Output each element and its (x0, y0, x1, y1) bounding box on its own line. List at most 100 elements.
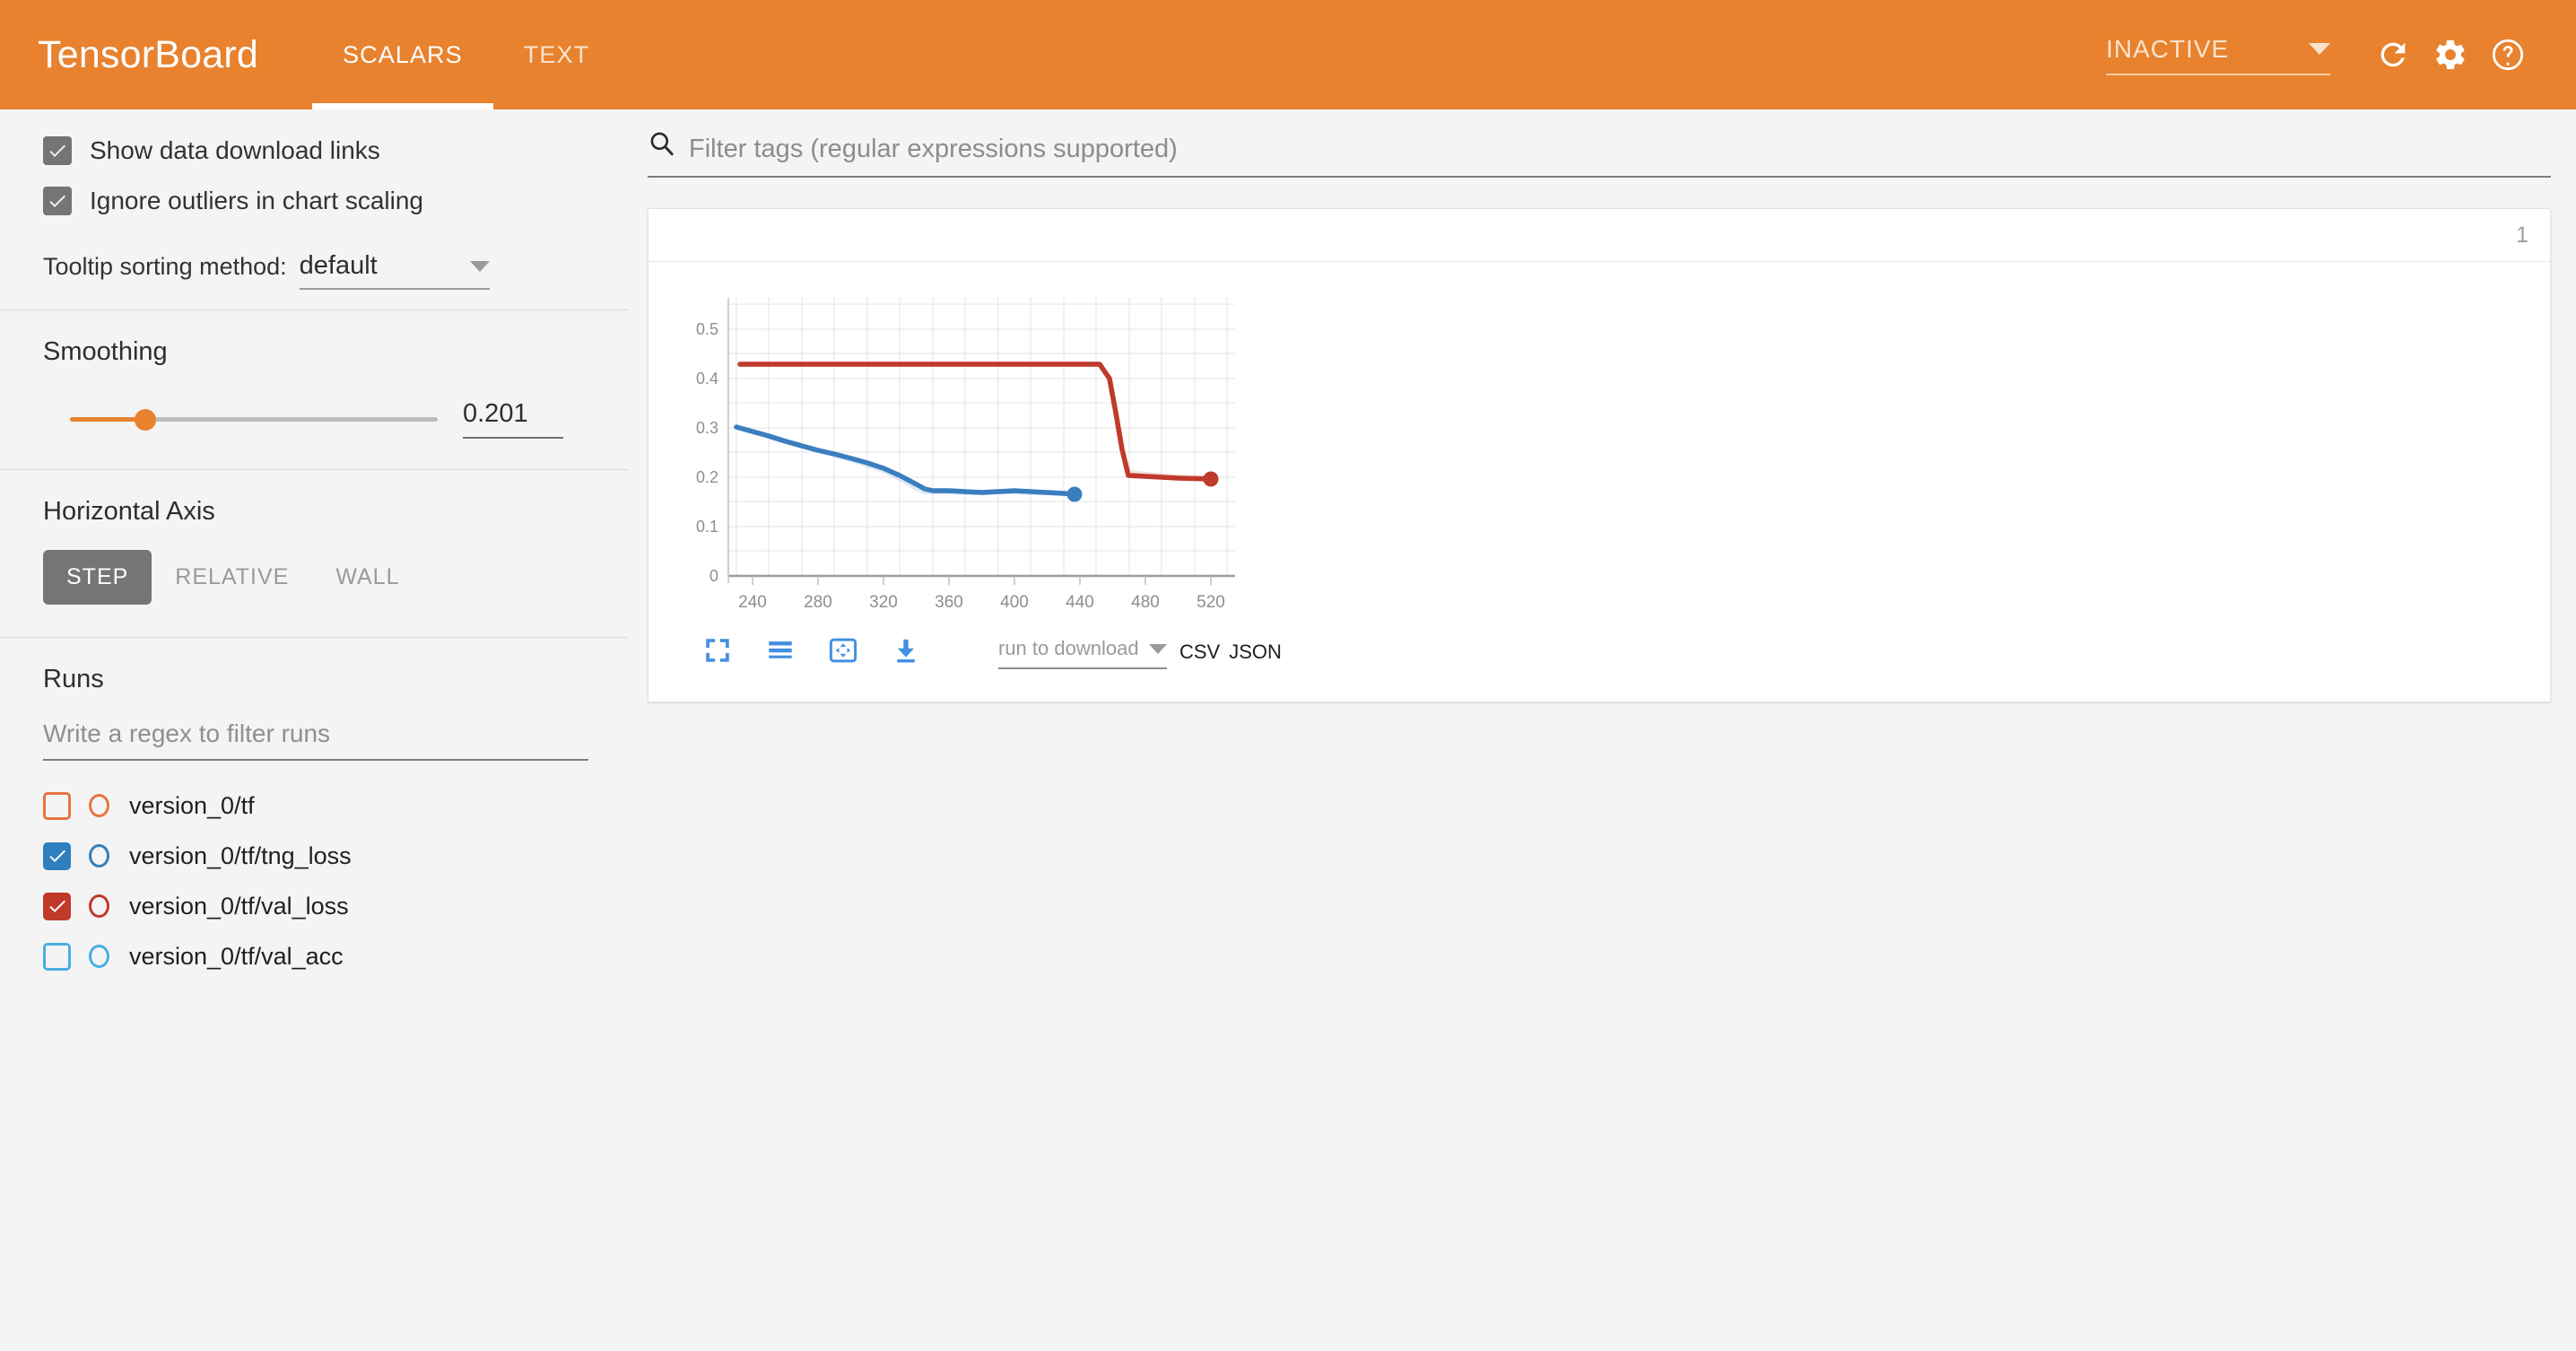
runs-filter-input[interactable]: Write a regex to filter runs (43, 719, 588, 761)
chevron-down-icon (2309, 43, 2330, 55)
run-item-version_0-tf-val_loss[interactable]: version_0/tf/val_loss (43, 881, 585, 931)
run-checkbox[interactable] (43, 791, 71, 820)
tab-scalars-label: SCALARS (343, 40, 463, 68)
smoothing-title: Smoothing (43, 337, 168, 366)
tooltip-sorting-dropdown[interactable]: default (299, 251, 490, 290)
download-run-dropdown[interactable]: run to download (998, 637, 1167, 669)
run-color-circle-icon (89, 945, 109, 968)
svg-text:440: 440 (1066, 593, 1094, 612)
svg-text:0.4: 0.4 (696, 370, 718, 388)
svg-text:0.5: 0.5 (696, 320, 718, 338)
marker-tng_loss (1066, 486, 1083, 502)
download-json-link[interactable]: JSON (1229, 641, 1282, 664)
horizontal-axis-title: Horizontal Axis (43, 497, 215, 526)
download-csv-link[interactable]: CSV (1179, 641, 1220, 664)
tab-scalars[interactable]: SCALARS (312, 0, 493, 109)
axis-option-relative[interactable]: RELATIVE (152, 550, 312, 605)
svg-text:520: 520 (1197, 593, 1225, 612)
tooltip-sorting-row: Tooltip sorting method: default (43, 251, 585, 290)
checkbox-checked-icon (43, 136, 72, 165)
fullscreen-button[interactable] (693, 626, 742, 675)
chart-grid (727, 298, 1235, 583)
axis-option-wall[interactable]: WALL (312, 550, 422, 605)
runs-section: Runs Write a regex to filter runs versio… (0, 665, 628, 981)
run-item-version_0-tf-val_acc[interactable]: version_0/tf/val_acc (43, 931, 585, 981)
checkbox-checked-icon (43, 187, 72, 215)
option-ignore-outliers[interactable]: Ignore outliers in chart scaling (43, 176, 585, 226)
app-title: TensorBoard (38, 32, 259, 76)
sidebar: Show data download links Ignore outliers… (0, 109, 628, 1351)
horizontal-axis-options: STEP RELATIVE WALL (43, 550, 585, 605)
help-circle-icon (2492, 39, 2524, 71)
run-checkbox[interactable] (43, 892, 71, 920)
svg-text:320: 320 (869, 593, 898, 612)
option-show-data-download-links[interactable]: Show data download links (43, 126, 585, 176)
run-checkbox[interactable] (43, 841, 71, 870)
tab-text-label: TEXT (523, 40, 590, 68)
run-label: version_0/tf/val_acc (129, 942, 344, 970)
horizontal-axis-section: Horizontal Axis STEP RELATIVE WALL (0, 497, 628, 605)
svg-text:360: 360 (935, 593, 963, 612)
app-header-actions: INACTIVE (2106, 26, 2537, 83)
chevron-down-icon (1149, 643, 1167, 654)
download-button[interactable] (882, 626, 930, 675)
svg-text:280: 280 (804, 593, 832, 612)
run-checkbox[interactable] (43, 942, 71, 971)
option-show-data-download-links-label: Show data download links (90, 136, 380, 164)
page-scrollbar[interactable] (2571, 109, 2576, 1351)
scalar-chart[interactable]: 0 0.1 0.2 0.3 0.4 0.5 240 280 320 360 40… (661, 280, 1289, 675)
download-links: CSV JSON (1179, 641, 1282, 664)
run-item-version_0-tf-tng_loss[interactable]: version_0/tf/tng_loss (43, 831, 585, 881)
refresh-icon (2380, 42, 2406, 67)
runs-title: Runs (43, 665, 104, 693)
chevron-down-icon (469, 260, 490, 272)
active-runs-dropdown[interactable]: INACTIVE (2106, 35, 2330, 75)
tab-text[interactable]: TEXT (493, 0, 620, 109)
svg-text:480: 480 (1131, 593, 1160, 612)
app-body: Show data download links Ignore outliers… (0, 109, 2576, 1351)
pan-button[interactable] (819, 626, 867, 675)
run-label: version_0/tf/val_loss (129, 892, 349, 920)
card-header: 1 (648, 209, 2550, 262)
data-table-button[interactable] (756, 626, 805, 675)
tooltip-sorting-value: default (299, 251, 378, 280)
svg-text:0: 0 (709, 567, 718, 585)
sidebar-options-section: Show data download links Ignore outliers… (0, 126, 628, 290)
svg-text:0.2: 0.2 (696, 468, 718, 486)
run-color-circle-icon (89, 894, 109, 918)
sidebar-divider-1 (0, 309, 628, 310)
smoothing-slider[interactable] (70, 405, 438, 433)
tag-filter-input[interactable]: Filter tags (regular expressions support… (648, 129, 2551, 178)
download-icon (897, 639, 915, 663)
axis-option-relative-label: RELATIVE (175, 564, 290, 589)
settings-button[interactable] (2422, 26, 2479, 83)
tag-filter-placeholder: Filter tags (regular expressions support… (689, 135, 1178, 163)
option-ignore-outliers-label: Ignore outliers in chart scaling (90, 187, 423, 214)
card-count-badge: 1 (2516, 222, 2528, 248)
svg-text:400: 400 (1000, 593, 1029, 612)
pan-icon (829, 638, 857, 663)
sidebar-divider-3 (0, 637, 628, 638)
smoothing-value-input[interactable]: 0.201 (463, 399, 563, 439)
svg-text:0.3: 0.3 (696, 419, 718, 437)
slider-thumb[interactable] (135, 409, 156, 431)
run-color-circle-icon (89, 794, 109, 817)
series-val_loss (737, 362, 1214, 482)
tab-bar: SCALARS TEXT (312, 0, 620, 109)
chart-series (734, 362, 1214, 497)
axis-option-step-label: STEP (66, 564, 129, 589)
axis-option-wall-label: WALL (335, 564, 400, 589)
chart-plot-area[interactable]: 0 0.1 0.2 0.3 0.4 0.5 240 280 320 360 40… (661, 280, 1289, 621)
app-header: TensorBoard SCALARS TEXT INACTIVE (0, 0, 2576, 109)
svg-text:240: 240 (738, 593, 767, 612)
chart-y-tick-labels: 0 0.1 0.2 0.3 0.4 0.5 (696, 320, 718, 585)
runs-list: version_0/tf version_0/tf/tng_loss versi… (43, 780, 585, 981)
run-item-version_0-tf[interactable]: version_0/tf (43, 780, 585, 831)
refresh-button[interactable] (2364, 26, 2422, 83)
run-label: version_0/tf (129, 791, 255, 819)
axis-option-step[interactable]: STEP (43, 550, 152, 605)
download-run-placeholder: run to download (998, 637, 1139, 659)
sidebar-divider-2 (0, 469, 628, 470)
card-body: 0 0.1 0.2 0.3 0.4 0.5 240 280 320 360 40… (648, 262, 2550, 702)
help-button[interactable] (2479, 26, 2537, 83)
